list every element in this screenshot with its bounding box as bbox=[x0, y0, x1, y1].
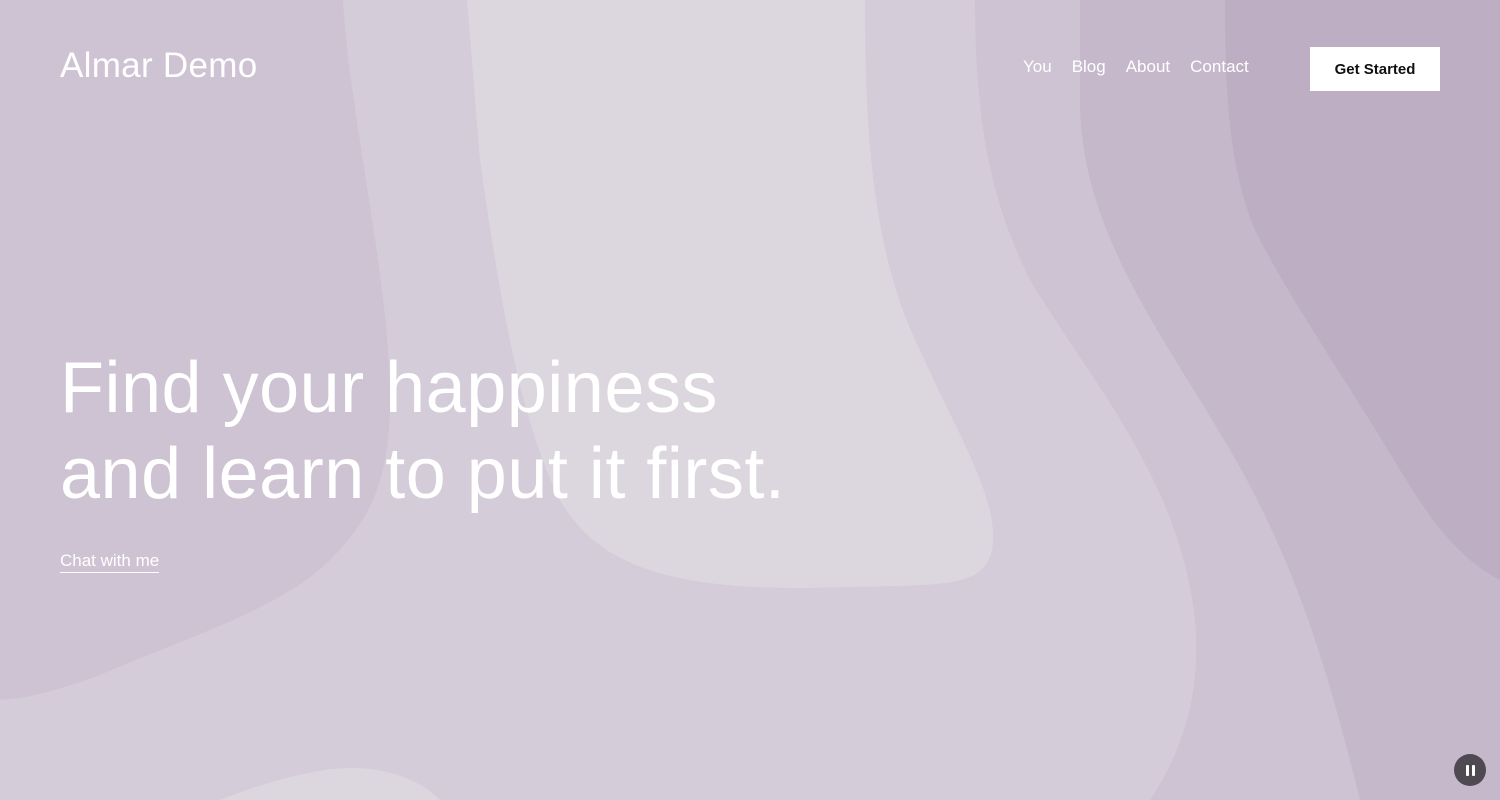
get-started-button[interactable]: Get Started bbox=[1310, 47, 1440, 91]
nav-about[interactable]: About bbox=[1126, 57, 1170, 77]
bottom-light-blob bbox=[220, 768, 440, 800]
pause-icon-bar bbox=[1471, 764, 1475, 776]
hero-heading: Find your happiness and learn to put it … bbox=[60, 345, 785, 517]
nav-contact[interactable]: Contact bbox=[1190, 57, 1249, 77]
nav-blog[interactable]: Blog bbox=[1072, 57, 1106, 77]
pause-button[interactable] bbox=[1454, 754, 1486, 786]
nav-you[interactable]: You bbox=[1023, 57, 1052, 77]
chat-with-me-link[interactable]: Chat with me bbox=[60, 551, 160, 573]
main-nav: You Blog About Contact bbox=[1023, 57, 1249, 77]
hero-line-2: and learn to put it first. bbox=[60, 434, 786, 514]
site-logo[interactable]: Almar Demo bbox=[60, 46, 257, 86]
hero-line-1: Find your happiness bbox=[60, 348, 718, 428]
pause-icon bbox=[1465, 764, 1469, 776]
